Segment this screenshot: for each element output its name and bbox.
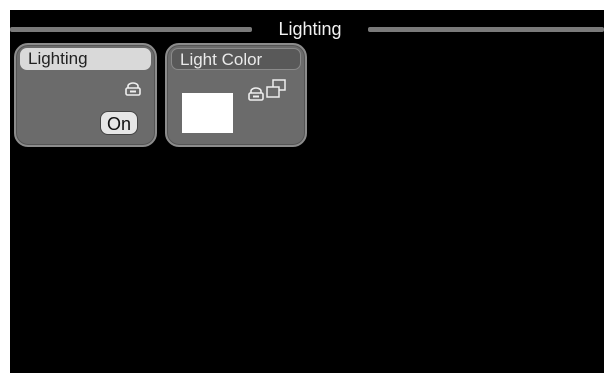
light-color-card-label[interactable]: Light Color [171, 48, 301, 70]
page-title: Lighting [278, 19, 342, 39]
lighting-card[interactable]: Lighting On [14, 43, 157, 147]
light-color-card[interactable]: Light Color [165, 43, 307, 147]
screen: Lighting Lighting On Light Color [10, 10, 604, 373]
title-divider-right [368, 27, 604, 32]
copy-icon[interactable] [265, 79, 287, 99]
on-toggle-button[interactable]: On [100, 111, 138, 135]
lighting-card-label[interactable]: Lighting [20, 48, 151, 70]
lock-icon [248, 87, 264, 101]
lock-icon [125, 82, 141, 96]
title-bar: Lighting [10, 18, 604, 42]
color-swatch[interactable] [182, 93, 233, 133]
title-divider-left [10, 27, 252, 32]
